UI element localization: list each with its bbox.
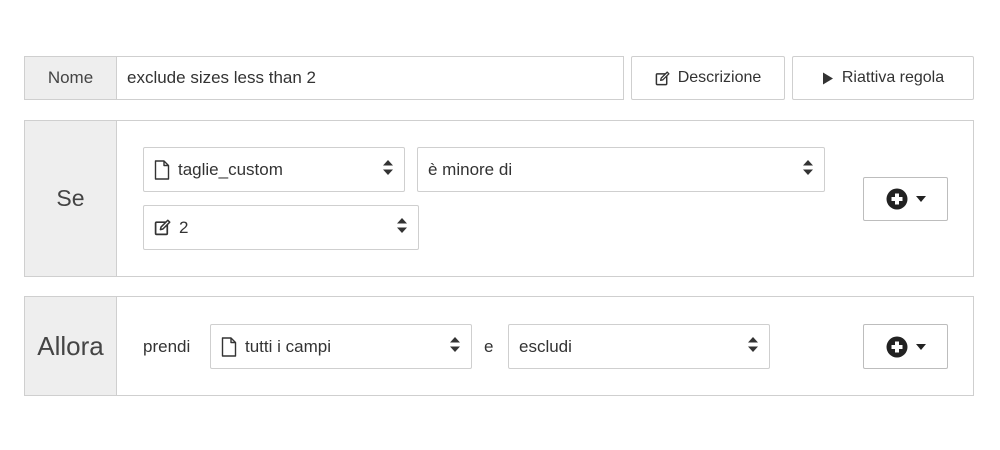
edit-icon <box>655 70 670 86</box>
take-text: prendi <box>143 337 191 356</box>
description-button-label: Descrizione <box>677 69 762 86</box>
sort-icon <box>382 158 394 181</box>
action-type-value: escludi <box>519 336 572 356</box>
caret-down-icon <box>915 196 926 202</box>
action-fields-select[interactable]: tutti i campi <box>210 324 472 369</box>
rule-name-input[interactable]: exclude sizes less than 2 <box>116 56 624 100</box>
condition-panel: Se taglie_custom è minore di 2 <box>24 120 974 277</box>
add-condition-button[interactable] <box>863 177 948 221</box>
reactivate-rule-button[interactable]: Riattiva regola <box>792 56 974 100</box>
edit-icon <box>154 219 171 236</box>
file-icon <box>221 336 237 357</box>
condition-operator-value: è minore di <box>428 159 513 179</box>
condition-operator-select[interactable]: è minore di <box>417 147 825 192</box>
condition-label: Se <box>25 121 117 276</box>
rule-name-label: Nome <box>24 56 116 100</box>
conjunction-text: e <box>484 337 494 356</box>
file-icon <box>154 159 170 180</box>
condition-value-select[interactable]: 2 <box>143 205 419 250</box>
sort-icon <box>396 216 408 239</box>
plus-circle-icon <box>886 188 908 210</box>
condition-field-value: taglie_custom <box>178 159 283 179</box>
reactivate-rule-label: Riattiva regola <box>841 69 945 86</box>
sort-icon <box>747 335 759 358</box>
condition-field-select[interactable]: taglie_custom <box>143 147 405 192</box>
sort-icon <box>449 335 461 358</box>
caret-down-icon <box>915 343 926 350</box>
description-button[interactable]: Descrizione <box>631 56 785 100</box>
plus-circle-icon <box>886 336 908 358</box>
action-fields-value: tutti i campi <box>245 336 331 356</box>
add-action-button[interactable] <box>863 324 948 369</box>
action-type-select[interactable]: escludi <box>508 324 770 369</box>
action-panel: Allora prendi tutti i campi e escludi <box>24 296 974 396</box>
sort-icon <box>802 158 814 181</box>
action-label: Allora <box>25 297 117 395</box>
condition-value-text: 2 <box>179 217 189 237</box>
play-icon <box>822 72 834 85</box>
